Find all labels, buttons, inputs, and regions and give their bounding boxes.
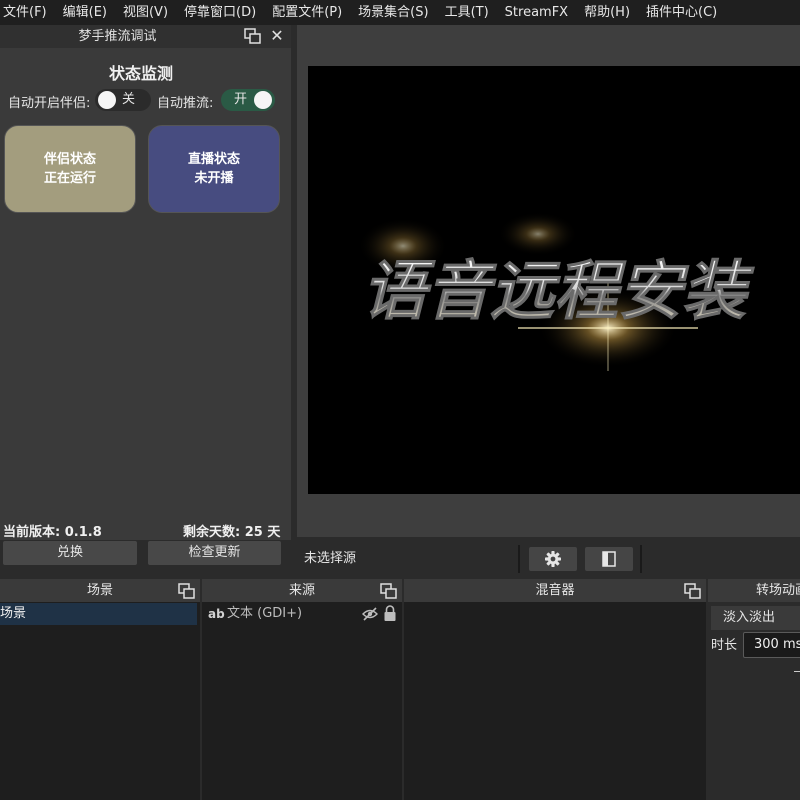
current-version: 当前版本: 0.1.8	[3, 525, 102, 540]
menu-docks[interactable]: 停靠窗口(D)	[181, 0, 264, 25]
toolbar-separator	[640, 545, 642, 573]
menu-scene-collection[interactable]: 场景集合(S)	[355, 0, 436, 25]
auto-companion-toggle[interactable]: 关	[95, 89, 151, 111]
source-filters-button[interactable]	[585, 547, 633, 571]
live-status-value: 未开播	[194, 171, 234, 186]
menu-edit[interactable]: 编辑(E)	[60, 0, 115, 25]
visibility-hidden-icon[interactable]	[362, 606, 378, 622]
toolbar-separator	[518, 545, 520, 573]
menu-tools[interactable]: 工具(T)	[442, 0, 497, 25]
float-dock-icon[interactable]	[244, 28, 261, 45]
redeem-button[interactable]: 兑换	[3, 541, 137, 565]
companion-status-card[interactable]: 伴侣状态 正在运行	[4, 125, 136, 213]
toggle-knob	[254, 91, 272, 109]
auto-stream-toggle[interactable]: 开	[221, 89, 275, 111]
mixer-header: 混音器	[404, 579, 706, 602]
menu-plugin-center[interactable]: 插件中心(C)	[643, 0, 725, 25]
auto-companion-label: 自动开启伴侣:	[8, 96, 91, 111]
lock-icon[interactable]	[383, 605, 397, 622]
menu-help[interactable]: 帮助(H)	[581, 0, 638, 25]
flare-glow	[498, 212, 578, 256]
status-monitor-title: 状态监测	[108, 64, 173, 83]
scene-item[interactable]: 场景	[0, 603, 197, 625]
days-remaining: 剩余天数: 25 天	[183, 525, 281, 540]
stream-debug-dock: 梦手推流调试 ✕ 状态监测 自动开启伴侣: 关 自动推流: 开 伴侣状态 正在运…	[0, 25, 291, 565]
duration-stepper-minus[interactable]	[794, 671, 800, 672]
dock-title-bar: 梦手推流调试 ✕	[0, 25, 291, 48]
preview-render: 语音远程安装	[358, 212, 755, 371]
sources-header: 来源	[202, 579, 402, 602]
float-dock-icon[interactable]	[684, 583, 701, 600]
mixer-panel: 混音器	[404, 579, 706, 800]
float-dock-icon[interactable]	[380, 583, 397, 600]
menu-profile[interactable]: 配置文件(P)	[269, 0, 350, 25]
sources-panel: 来源 ab 文本 (GDI+)	[202, 579, 402, 800]
scenes-header: 场景	[0, 579, 200, 602]
companion-status-value: 正在运行	[43, 171, 96, 186]
live-status-card[interactable]: 直播状态 未开播	[148, 125, 280, 213]
menu-view[interactable]: 视图(V)	[120, 0, 176, 25]
toggle-state-text: 开	[234, 92, 248, 107]
close-dock-icon[interactable]: ✕	[268, 26, 286, 46]
toggle-state-text: 关	[122, 92, 136, 107]
menu-bar: 文件(F) 编辑(E) 视图(V) 停靠窗口(D) 配置文件(P) 场景集合(S…	[0, 0, 800, 25]
gear-icon	[545, 551, 561, 567]
dock-title: 梦手推流调试	[78, 29, 157, 44]
no-source-selected-label: 未选择源	[304, 551, 357, 566]
source-item[interactable]: ab 文本 (GDI+)	[202, 603, 402, 625]
menu-streamfx[interactable]: StreamFX	[502, 0, 576, 25]
duration-label: 时长	[711, 638, 738, 653]
transitions-panel: 转场动画 淡入淡出 时长 300 ms	[708, 579, 800, 800]
filters-icon	[602, 551, 616, 567]
source-properties-button[interactable]	[529, 547, 577, 571]
duration-input[interactable]: 300 ms	[743, 632, 800, 658]
toggle-knob	[98, 91, 116, 109]
preview-text: 语音远程安装	[362, 255, 755, 329]
companion-status-label: 伴侣状态	[43, 152, 96, 167]
check-update-button[interactable]: 检查更新	[148, 541, 281, 565]
transitions-header: 转场动画	[708, 579, 800, 602]
float-dock-icon[interactable]	[178, 583, 195, 600]
transition-select[interactable]: 淡入淡出	[711, 606, 800, 630]
live-status-label: 直播状态	[187, 152, 240, 167]
text-ab-icon: ab	[208, 607, 225, 621]
menu-file[interactable]: 文件(F)	[0, 0, 55, 25]
scenes-panel: 场景 场景	[0, 579, 200, 800]
source-name: 文本 (GDI+)	[227, 606, 303, 621]
auto-stream-label: 自动推流:	[157, 96, 214, 111]
preview-canvas[interactable]: 语音远程安装	[308, 66, 800, 494]
